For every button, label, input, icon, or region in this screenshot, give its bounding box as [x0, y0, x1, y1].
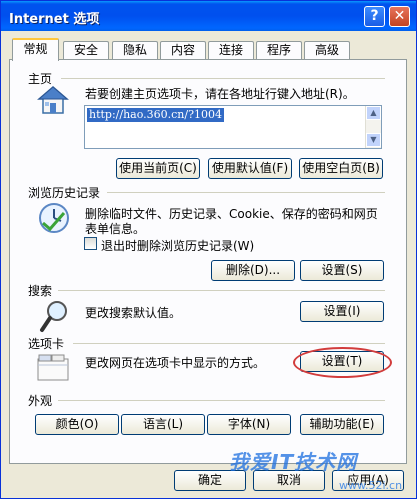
- use-current-button[interactable]: 使用当前页(C): [116, 158, 200, 179]
- home-page-address-box[interactable]: http://hao.360.cn/?1004 ▲ ▼: [84, 105, 382, 149]
- tab-advanced[interactable]: 高级: [304, 41, 350, 60]
- tab-connections[interactable]: 连接: [208, 41, 254, 60]
- search-settings-button[interactable]: 设置(I): [300, 301, 384, 322]
- home-page-url[interactable]: http://hao.360.cn/?1004: [87, 108, 224, 122]
- fonts-button[interactable]: 字体(N): [207, 414, 291, 435]
- scroll-down-icon[interactable]: ▼: [366, 133, 381, 147]
- site-watermark: 我爱IT技术网: [229, 450, 358, 474]
- internet-options-dialog: Internet 选项 ? ✕ 常规 安全 隐私 内容 连接 程序 高级 主页 …: [0, 0, 417, 499]
- tab-privacy[interactable]: 隐私: [112, 41, 158, 60]
- history-group-divider: [107, 192, 385, 193]
- home-group-divider: [61, 78, 385, 79]
- use-blank-button[interactable]: 使用空白页(B): [299, 158, 383, 179]
- site-watermark-url: www.52i.cn: [339, 479, 403, 492]
- delete-history-button[interactable]: 删除(D)...: [211, 260, 295, 281]
- search-group-label: 搜索: [28, 282, 56, 299]
- tabbed-browsing-icon: [37, 354, 69, 381]
- tabbed-description: 更改网页在选项卡中显示的方式。: [85, 356, 266, 370]
- tab-content[interactable]: 内容: [160, 41, 206, 60]
- scroll-up-icon[interactable]: ▲: [366, 106, 381, 120]
- title-bar[interactable]: Internet 选项 ? ✕: [1, 1, 416, 31]
- appearance-group-label: 外观: [28, 392, 56, 409]
- colors-button[interactable]: 颜色(O): [35, 414, 119, 435]
- home-icon: [37, 86, 69, 114]
- history-group-label: 浏览历史记录: [28, 184, 104, 201]
- window-title: Internet 选项: [9, 12, 100, 27]
- tab-general[interactable]: 常规: [12, 38, 59, 61]
- search-description: 更改搜索默认值。: [85, 306, 182, 320]
- accessibility-button[interactable]: 辅助功能(E): [300, 414, 384, 435]
- delete-on-exit-label[interactable]: 退出时删除浏览历史记录(W): [101, 237, 254, 254]
- delete-on-exit-checkbox[interactable]: [84, 237, 97, 250]
- tab-programs[interactable]: 程序: [256, 41, 302, 60]
- help-button[interactable]: ?: [364, 6, 385, 27]
- tabbed-group-label: 选项卡: [28, 335, 68, 352]
- tabbed-settings-highlight-ring: [293, 347, 392, 378]
- tabbed-group-divider: [73, 343, 385, 344]
- home-box-scrollbar[interactable]: ▲ ▼: [365, 106, 381, 148]
- history-settings-button[interactable]: 设置(S): [300, 260, 384, 281]
- home-instruction: 若要创建主页选项卡，请在各地址行键入地址(R)。: [85, 87, 355, 101]
- close-button[interactable]: ✕: [389, 6, 410, 27]
- history-clock-icon: [39, 203, 69, 233]
- magnifier-icon: [40, 301, 67, 332]
- tab-security[interactable]: 安全: [63, 41, 109, 60]
- appearance-group-divider: [58, 400, 385, 401]
- languages-button[interactable]: 语言(L): [121, 414, 205, 435]
- history-description-line2: 表单信息。: [85, 222, 146, 236]
- search-group-divider: [58, 290, 385, 291]
- use-default-button[interactable]: 使用默认值(F): [208, 158, 292, 179]
